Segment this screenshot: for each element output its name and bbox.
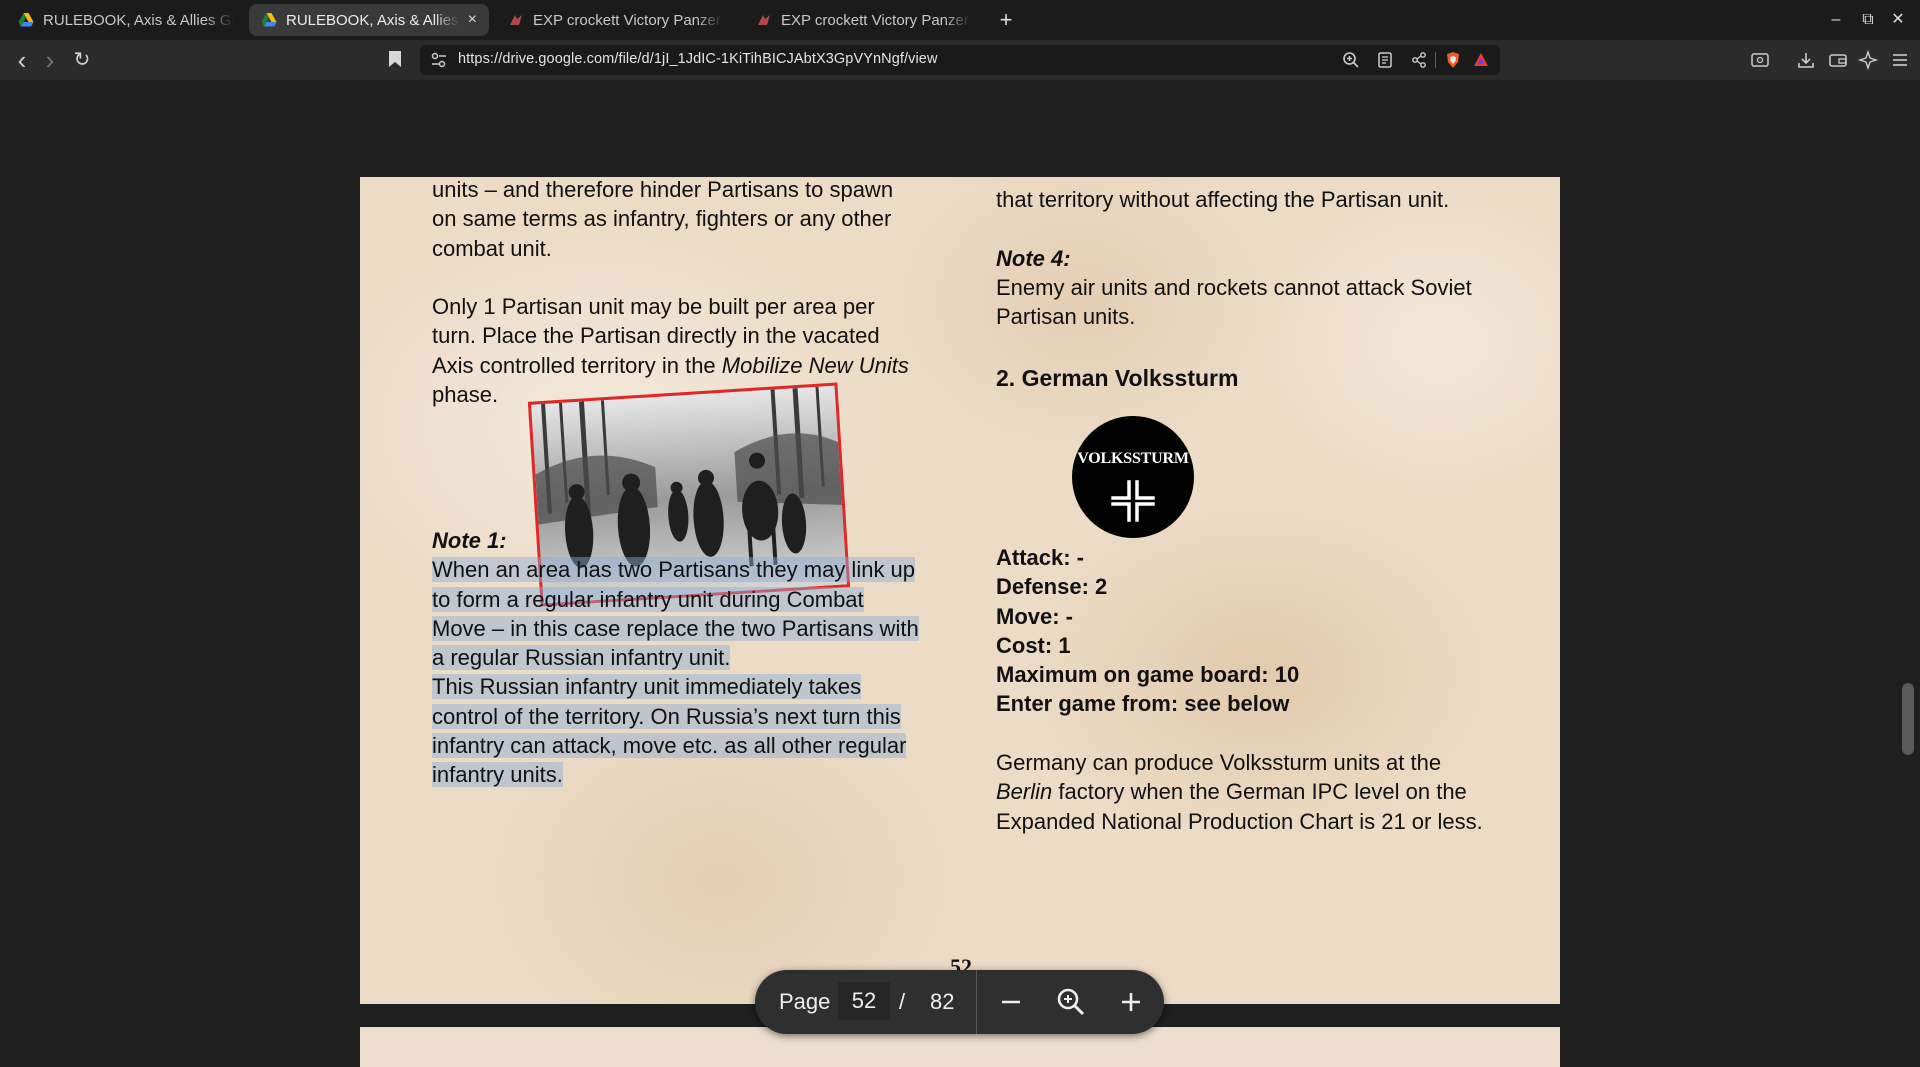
tab-exp-crockett-1[interactable]: EXP crockett Victory Panzer	[496, 4, 736, 36]
zoom-fit-button[interactable]	[1053, 984, 1089, 1020]
close-tab-icon[interactable]: ×	[468, 11, 477, 29]
bookmark-icon[interactable]	[388, 50, 402, 68]
tab-title: EXP crockett Victory Panzer	[781, 11, 969, 29]
wallet-icon[interactable]	[1828, 50, 1848, 70]
tab-title: RULEBOOK, Axis & Allies Glo	[43, 11, 234, 29]
google-drive-icon	[261, 13, 277, 27]
address-bar[interactable]: https://drive.google.com/file/d/1jI_1JdI…	[420, 45, 1500, 75]
highlighted-text[interactable]: Move – in this case replace the two Part…	[432, 615, 919, 641]
stat-enter: Enter game from: see below	[996, 691, 1290, 717]
badge-label: VOLKSSTURM	[1077, 450, 1189, 467]
volkssturm-badge: VOLKSSTURM	[1072, 416, 1194, 538]
iron-cross-icon	[1111, 480, 1155, 522]
url-text: https://drive.google.com/file/d/1jI_1JdI…	[458, 51, 938, 67]
highlighted-text[interactable]: When an area has two Partisans they may …	[432, 557, 916, 583]
note-4-title: Note 4:	[996, 245, 1071, 271]
volkssturm-stats: Attack: - Defense: 2 Move: - Cost: 1 Max…	[996, 543, 1526, 836]
text-line: Enemy air units and rockets cannot attac…	[996, 274, 1472, 300]
page-separator: /	[899, 989, 906, 1014]
site-icon	[758, 15, 770, 25]
site-settings-icon[interactable]	[430, 51, 448, 69]
text-line: that territory without affecting the Par…	[996, 187, 1450, 212]
brave-rewards-icon[interactable]	[1472, 51, 1490, 69]
text-line: turn. Place the Partisan directly in the…	[432, 323, 880, 349]
text-line: Germany can produce Volkssturm units at …	[996, 750, 1442, 776]
page-number-input[interactable]: 52	[838, 982, 890, 1020]
leo-ai-icon[interactable]	[1858, 50, 1878, 70]
right-column: that territory without affecting the Par…	[996, 185, 1526, 394]
highlighted-text[interactable]: to form a regular infantry unit during C…	[432, 586, 864, 612]
tab-rulebook-2[interactable]: RULEBOOK, Axis & Allies ×	[249, 4, 489, 36]
forward-button[interactable]: ›	[38, 47, 62, 73]
text-line: Berlin factory when the German IPC level…	[996, 779, 1467, 805]
document-page: units – and therefore hinder Partisans t…	[360, 177, 1560, 1004]
wallet-sidebar-icon[interactable]	[1750, 50, 1770, 70]
restore-button[interactable]: ⧉	[1856, 8, 1880, 32]
text-line: on same terms as infantry, fighters or a…	[432, 206, 892, 232]
new-tab-button[interactable]: +	[992, 6, 1020, 34]
stat-move: Move: -	[996, 603, 1073, 629]
stat-defense: Defense: 2	[996, 574, 1108, 600]
highlighted-text[interactable]: infantry can attack, move etc. as all ot…	[432, 733, 907, 759]
text-line: Partisan units.	[996, 304, 1136, 330]
reload-button[interactable]: ↻	[70, 48, 94, 72]
tab-rulebook-1[interactable]: RULEBOOK, Axis & Allies Glo	[6, 4, 246, 36]
tab-bar: RULEBOOK, Axis & Allies Glo RULEBOOK, Ax…	[0, 0, 1920, 40]
zoom-icon[interactable]	[1342, 51, 1360, 69]
text-line: combat unit.	[432, 235, 552, 261]
tab-title: EXP crockett Victory Panzer	[533, 11, 721, 29]
browser-toolbar: ‹ › ↻ https://drive.google.com/file/d/1j…	[0, 40, 1920, 80]
highlighted-text[interactable]: control of the territory. On Russia’s ne…	[432, 703, 901, 729]
stat-cost: Cost: 1	[996, 632, 1071, 658]
pdf-viewer[interactable]: units – and therefore hinder Partisans t…	[0, 80, 1920, 1067]
highlighted-text[interactable]: This Russian infantry unit immediately t…	[432, 674, 862, 700]
divider	[1435, 52, 1436, 68]
tab-exp-crockett-2[interactable]: EXP crockett Victory Panzer	[744, 4, 984, 36]
text-line: Only 1 Partisan unit may be built per ar…	[432, 294, 875, 320]
download-icon[interactable]	[1796, 50, 1816, 70]
close-window-button[interactable]: ✕	[1886, 8, 1910, 32]
zoom-out-button[interactable]	[993, 984, 1029, 1020]
back-button[interactable]: ‹	[10, 47, 34, 73]
scrollbar-thumb[interactable]	[1902, 683, 1914, 755]
site-icon	[510, 15, 522, 25]
note-1-title: Note 1:	[432, 528, 507, 553]
google-drive-icon	[18, 13, 34, 27]
highlighted-text[interactable]: infantry units.	[432, 762, 563, 788]
left-column: units – and therefore hinder Partisans t…	[432, 177, 952, 409]
brave-shields-icon[interactable]	[1444, 51, 1462, 69]
share-icon[interactable]	[1410, 51, 1428, 69]
text-line: units – and therefore hinder Partisans t…	[432, 177, 894, 202]
total-pages: 82	[930, 989, 955, 1014]
stat-maximum: Maximum on game board: 10	[996, 662, 1300, 688]
text-line: Axis controlled territory in the Mobiliz…	[432, 352, 909, 378]
section-title: 2. German Volkssturm	[996, 365, 1239, 392]
note-1: Note 1: When an area has two Partisans t…	[432, 526, 952, 790]
highlighted-text[interactable]: a regular Russian infantry unit.	[432, 645, 731, 671]
menu-icon[interactable]	[1890, 50, 1910, 70]
minimize-button[interactable]: –	[1824, 8, 1848, 32]
divider	[976, 970, 977, 1034]
stat-attack: Attack: -	[996, 545, 1085, 570]
zoom-in-button[interactable]	[1113, 984, 1149, 1020]
reader-mode-icon[interactable]	[1376, 51, 1394, 69]
tab-title: RULEBOOK, Axis & Allies	[286, 11, 459, 29]
page-label: Page	[779, 989, 831, 1014]
text-line: Expanded National Production Chart is 21…	[996, 808, 1483, 834]
page-controls: Page 52 / 82	[755, 970, 1164, 1034]
